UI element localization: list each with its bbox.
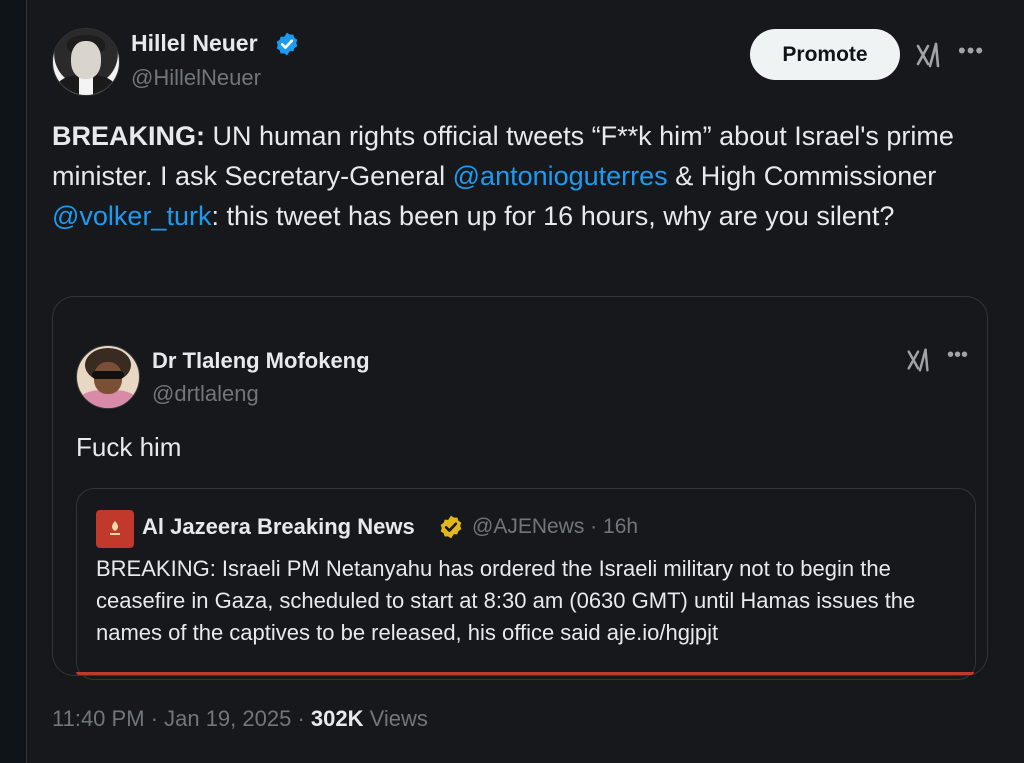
- quoted-author-name[interactable]: Dr Tlaleng Mofokeng: [152, 348, 370, 374]
- mention-link[interactable]: @antonioguterres: [453, 161, 668, 191]
- tweet-text: BREAKING: UN human rights official tweet…: [52, 116, 992, 236]
- mention-link[interactable]: @volker_turk: [52, 201, 211, 231]
- tweet-date[interactable]: Jan 19, 2025: [164, 706, 291, 731]
- tweet-text-part: : this tweet has been up for 16 hours, w…: [211, 201, 895, 231]
- quoted-tweet-text: Fuck him: [76, 432, 182, 462]
- quoted-author-avatar[interactable]: [76, 345, 140, 409]
- footer-separator: ·: [291, 706, 311, 731]
- more-dots-icon[interactable]: •••: [958, 38, 984, 64]
- tweet-text-part: & High Commissioner: [667, 161, 937, 191]
- author-handle[interactable]: @HillelNeuer: [131, 65, 261, 91]
- more-dots-icon[interactable]: •••: [947, 344, 968, 367]
- nested-meta: @AJENews · 16h: [472, 515, 638, 539]
- views-count[interactable]: 302K: [311, 706, 364, 731]
- grok-icon[interactable]: [914, 40, 944, 70]
- meta-separator: ·: [584, 515, 604, 538]
- nested-time[interactable]: 16h: [603, 515, 638, 538]
- grok-icon[interactable]: [905, 346, 933, 374]
- nested-author-handle[interactable]: @AJENews: [472, 515, 584, 538]
- verified-badge-icon: [276, 32, 298, 56]
- nested-tweet-text: BREAKING: Israeli PM Netanyahu has order…: [96, 556, 916, 645]
- footer-separator: ·: [144, 706, 165, 731]
- nested-author-name[interactable]: Al Jazeera Breaking News: [142, 514, 415, 540]
- views-label: Views: [363, 706, 428, 731]
- breaking-label: BREAKING:: [52, 121, 205, 151]
- card-divider: [76, 672, 974, 675]
- tweet-footer: 11:40 PM · Jan 19, 2025 · 302K Views: [52, 706, 428, 732]
- tweet-time[interactable]: 11:40 PM: [52, 706, 145, 731]
- author-name[interactable]: Hillel Neuer: [131, 30, 258, 57]
- quoted-author-handle[interactable]: @drtlaleng: [152, 381, 259, 407]
- promote-button[interactable]: Promote: [750, 29, 900, 80]
- al-jazeera-logo-icon[interactable]: [96, 510, 134, 548]
- verified-gold-badge-icon: [440, 515, 462, 539]
- author-avatar[interactable]: [52, 28, 120, 96]
